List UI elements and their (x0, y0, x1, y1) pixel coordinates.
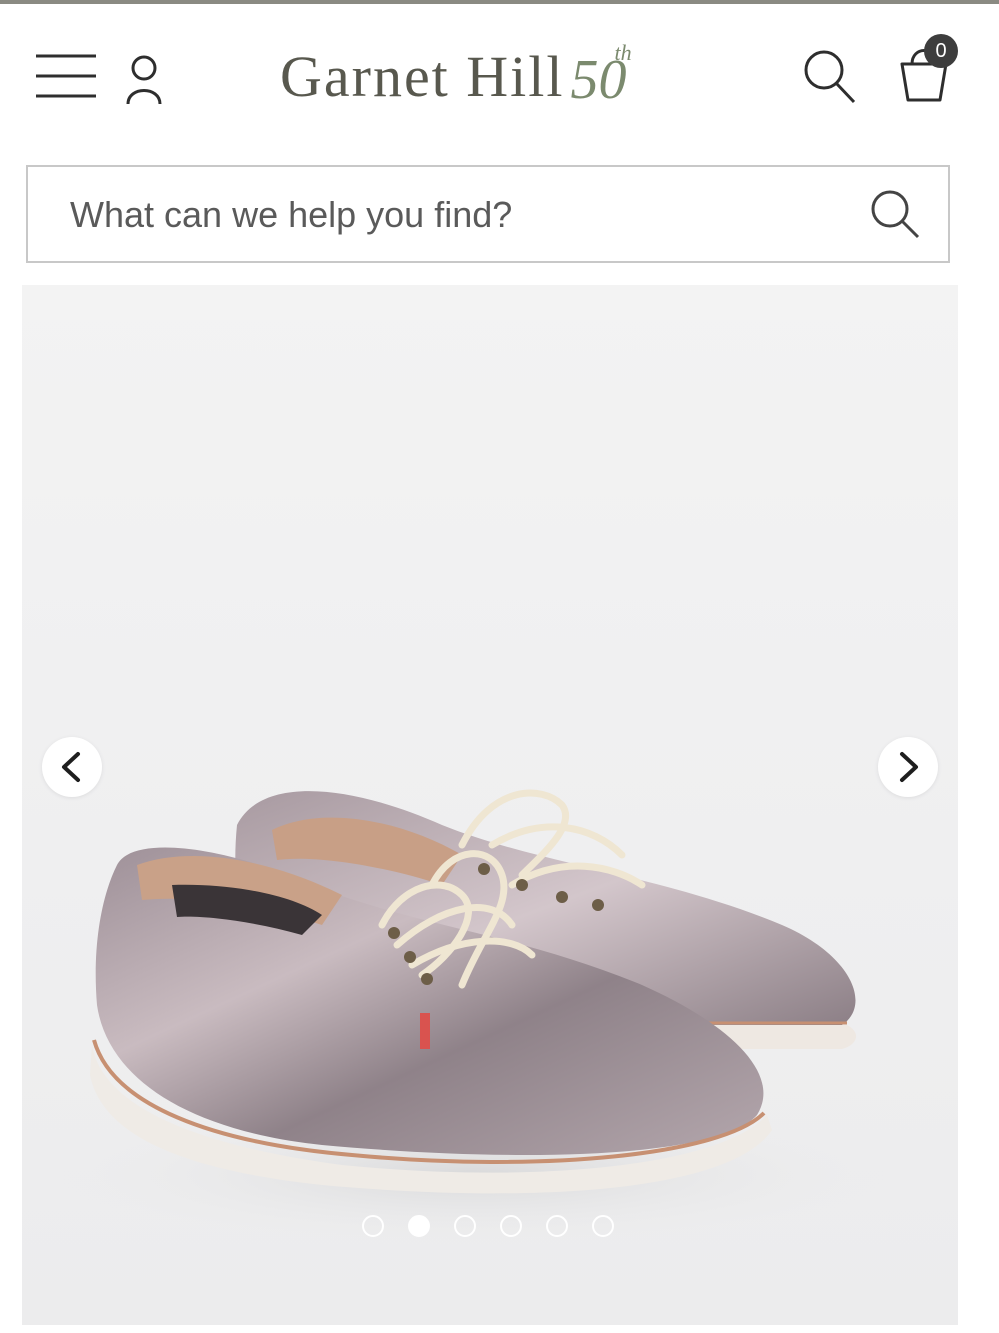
user-account-icon (126, 55, 162, 105)
chevron-right-icon (900, 752, 918, 782)
logo-text: Garnet Hill (280, 44, 565, 109)
logo[interactable]: Garnet Hill 50 th (280, 34, 643, 124)
header-search-button[interactable] (798, 44, 860, 108)
carousel-prev-button[interactable] (42, 737, 102, 797)
account-button[interactable] (118, 52, 170, 106)
carousel-dot-2[interactable] (408, 1215, 430, 1237)
chevron-left-icon (62, 752, 80, 782)
anniversary-suffix: th (614, 40, 632, 65)
search-icon (804, 50, 856, 104)
carousel-dot-6[interactable] (592, 1215, 614, 1237)
search-input[interactable] (68, 167, 852, 263)
anniversary-mark: 50 th (571, 34, 643, 124)
site-header: Garnet Hill 50 th 0 (0, 4, 999, 154)
carousel-dot-4[interactable] (500, 1215, 522, 1237)
menu-button[interactable] (30, 48, 100, 108)
search-bar (26, 165, 950, 263)
carousel-next-button[interactable] (878, 737, 938, 797)
cart-count-badge: 0 (924, 34, 958, 68)
carousel-pagination (362, 1215, 622, 1241)
carousel-dot-5[interactable] (546, 1215, 568, 1237)
carousel-dot-1[interactable] (362, 1215, 384, 1237)
search-icon (871, 190, 920, 239)
hamburger-menu-icon (36, 54, 96, 98)
product-image (52, 789, 892, 1245)
carousel-dot-3[interactable] (454, 1215, 476, 1237)
product-image-carousel[interactable] (22, 285, 958, 1325)
search-submit-button[interactable] (866, 187, 922, 243)
